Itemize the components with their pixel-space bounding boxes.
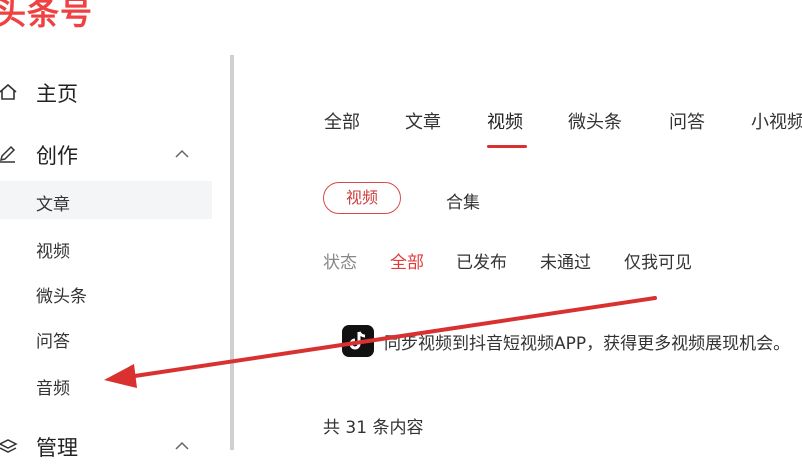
tab-all[interactable]: 全部 xyxy=(324,108,360,134)
tab-article[interactable]: 文章 xyxy=(405,108,441,134)
sidebar-item-label: 视频 xyxy=(36,242,70,262)
sidebar-item-home[interactable]: 主页 xyxy=(0,74,220,110)
sidebar-item-video[interactable]: 视频 xyxy=(0,228,212,266)
layers-icon xyxy=(0,439,18,453)
filter-private[interactable]: 仅我可见 xyxy=(624,248,692,273)
sidebar-item-audio[interactable]: 音频 xyxy=(0,365,212,403)
sidebar-item-label: 主页 xyxy=(36,82,78,106)
sidebar-item-article[interactable]: 文章 xyxy=(0,181,212,219)
tab-active-indicator xyxy=(487,145,527,148)
sidebar-item-label: 问答 xyxy=(36,332,70,352)
sidebar-item-micro[interactable]: 微头条 xyxy=(0,273,212,311)
content-count: 共 31 条内容 xyxy=(323,418,424,438)
sidebar-item-label: 音频 xyxy=(36,379,70,399)
chevron-up-icon[interactable] xyxy=(174,146,190,162)
sidebar-group-manage[interactable]: 管理 xyxy=(0,428,220,464)
tab-video[interactable]: 视频 xyxy=(487,108,523,134)
sidebar-item-qa[interactable]: 问答 xyxy=(0,318,212,356)
sync-notice[interactable]: 同步视频到抖音短视频APP，获得更多视频展现机会。 xyxy=(384,329,790,354)
sidebar-group-label: 管理 xyxy=(36,436,78,460)
filter-all[interactable]: 全部 xyxy=(390,248,424,273)
tab-micro[interactable]: 微头条 xyxy=(568,108,622,134)
douyin-icon xyxy=(342,325,374,357)
chevron-up-icon[interactable] xyxy=(174,438,190,454)
subtab-video[interactable]: 视频 xyxy=(323,182,401,214)
tab-short-video[interactable]: 小视频 xyxy=(751,108,802,134)
filter-label: 状态 xyxy=(323,253,357,273)
subtab-collection[interactable]: 合集 xyxy=(446,188,480,213)
sidebar-item-label: 微头条 xyxy=(36,287,87,307)
filter-rejected[interactable]: 未通过 xyxy=(540,248,591,273)
sidebar-item-label: 文章 xyxy=(36,195,70,215)
home-icon xyxy=(0,83,17,100)
tab-qa[interactable]: 问答 xyxy=(669,108,705,134)
filter-published[interactable]: 已发布 xyxy=(456,248,507,273)
logo: 头条号 xyxy=(0,0,94,32)
content-tabs: 全部 文章 视频 微头条 问答 小视频 xyxy=(0,108,802,148)
